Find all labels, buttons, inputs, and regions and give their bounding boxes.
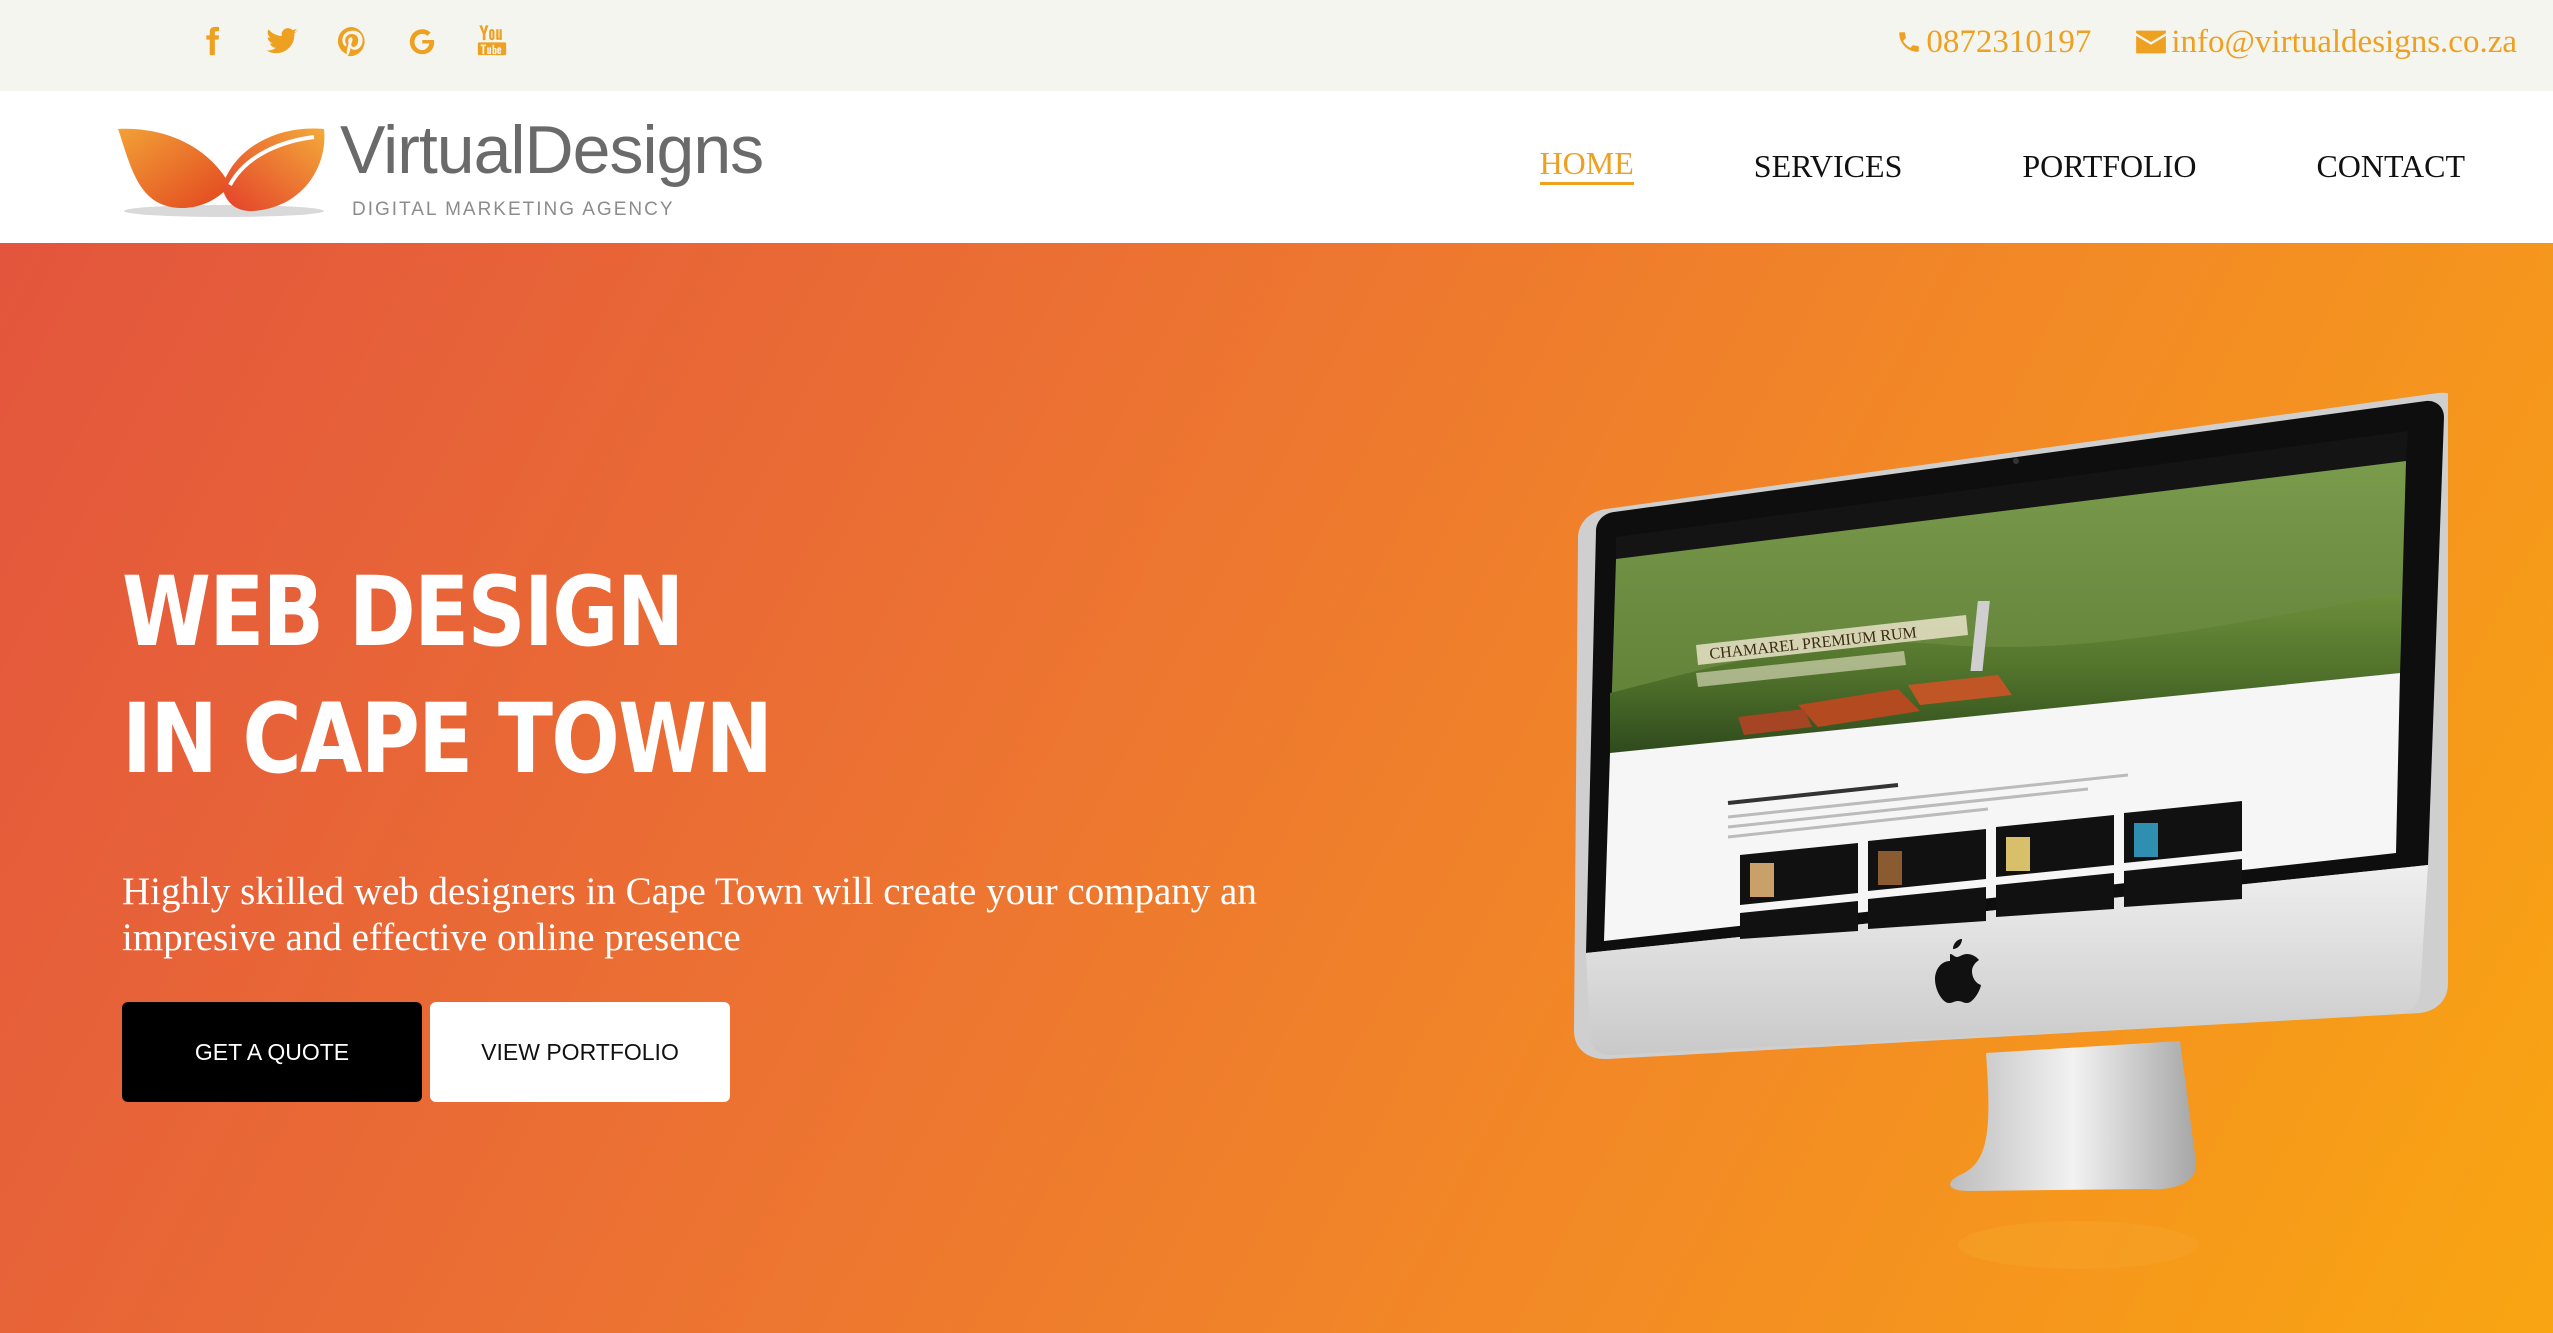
phone-number: 0872310197 (1926, 23, 2092, 60)
nav-contact[interactable]: CONTACT (2316, 150, 2465, 182)
site-header: VirtualDesigns DIGITAL MARKETING AGENCY … (0, 91, 2553, 243)
phone-link[interactable]: 0872310197 (1896, 24, 2091, 61)
logo-wordmark: VirtualDesigns (340, 112, 764, 188)
nav-portfolio[interactable]: PORTFOLIO (2022, 150, 2196, 182)
logo-tagline: DIGITAL MARKETING AGENCY (352, 199, 675, 220)
email-address: info@virtualdesigns.co.za (2171, 23, 2517, 60)
get-quote-button[interactable]: GET A QUOTE (122, 1002, 422, 1102)
nav-home[interactable]: HOME (1539, 147, 1634, 185)
envelope-icon (2136, 30, 2167, 54)
main-nav: HOME SERVICES PORTFOLIO CONTACT (1539, 147, 2465, 185)
phone-icon (1899, 32, 1920, 52)
hero-banner: WEB DESIGN IN CAPE TOWN Highly skilled w… (0, 243, 2553, 1333)
contact-info: 0872310197 info@virtualdesigns.co.za (1896, 20, 2517, 64)
social-links (192, 20, 512, 62)
imac-illustration: CHAMAREL PREMIUM RUM (1574, 392, 2448, 1269)
youtube-icon[interactable] (472, 21, 512, 61)
view-portfolio-button[interactable]: VIEW PORTFOLIO (430, 1002, 730, 1102)
email-link[interactable]: info@virtualdesigns.co.za (2135, 24, 2517, 61)
top-bar: 0872310197 info@virtualdesigns.co.za (0, 0, 2553, 91)
site-logo[interactable]: VirtualDesigns DIGITAL MARKETING AGENCY (114, 112, 764, 235)
twitter-icon[interactable] (262, 21, 302, 61)
logo-mark-icon (118, 128, 325, 217)
facebook-icon[interactable] (192, 21, 232, 61)
google-icon[interactable] (402, 21, 442, 61)
nav-services[interactable]: SERVICES (1754, 150, 1903, 182)
hero-subtitle: Highly skilled web designers in Cape Tow… (122, 870, 1257, 959)
hero-title-line2: IN CAPE TOWN (122, 683, 773, 795)
hero-title-line1: WEB DESIGN (122, 556, 684, 668)
pinterest-icon[interactable] (332, 21, 372, 61)
